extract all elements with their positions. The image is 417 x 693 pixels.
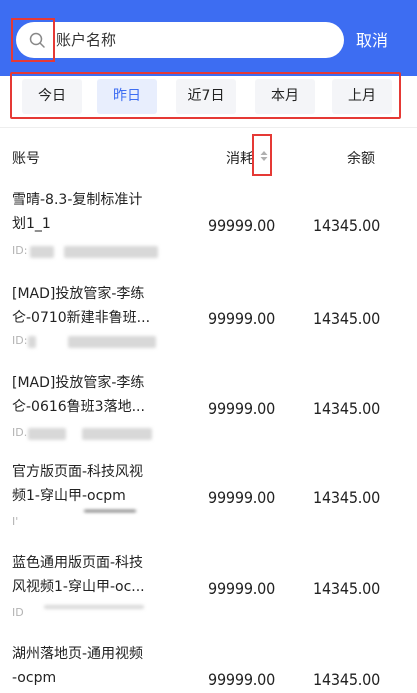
filter-yesterday[interactable]: 昨日 xyxy=(97,79,157,114)
redacted-id xyxy=(30,246,54,258)
cost-value: 99999.00 xyxy=(208,309,276,328)
account-name: 蓝色通用版页面-科技 风视频1-穿山甲-oc... xyxy=(12,551,184,599)
sort-highlight-box xyxy=(252,134,272,176)
account-name-line1: 雪晴-8.3-复制标准计 xyxy=(12,192,143,208)
date-filter-bar: 今日 昨日 近7日 本月 上月 xyxy=(10,72,401,119)
search-highlight-box xyxy=(11,18,55,62)
account-name-line1: [MAD]投放管家-李练 xyxy=(12,286,145,302)
account-name-line2: 风视频1-穿山甲-oc... xyxy=(12,579,145,595)
filter-this-month[interactable]: 本月 xyxy=(255,79,315,114)
search-box[interactable] xyxy=(16,22,344,58)
account-id: I' xyxy=(12,515,19,528)
account-name: 官方版页面-科技风视 频1-穿山甲-ocpm xyxy=(12,460,184,508)
balance-value: 14345.00 xyxy=(313,488,381,507)
balance-value: 14345.00 xyxy=(313,309,381,328)
account-name-line1: 官方版页面-科技风视 xyxy=(12,464,144,480)
redacted-id xyxy=(84,510,136,512)
account-name: 雪晴-8.3-复制标准计 划1_1 xyxy=(12,188,184,236)
header-bar: 取消 xyxy=(0,0,417,76)
search-input[interactable] xyxy=(56,22,336,58)
cost-value: 99999.00 xyxy=(208,399,276,418)
balance-value: 14345.00 xyxy=(313,579,381,598)
account-name-line1: 蓝色通用版页面-科技 xyxy=(12,555,144,571)
redacted-id xyxy=(82,428,152,440)
cost-value: 99999.00 xyxy=(208,579,276,598)
account-id: ID. xyxy=(12,426,28,439)
account-name-line2: -ocpm xyxy=(12,670,57,686)
redacted-id xyxy=(28,428,66,440)
account-name: 湖州落地页-通用视频 -ocpm xyxy=(12,642,184,690)
cost-value: 99999.00 xyxy=(208,670,276,689)
column-header-account: 账号 xyxy=(12,151,40,167)
redacted-id xyxy=(68,336,156,348)
cost-value: 99999.00 xyxy=(208,488,276,507)
account-name-line1: [MAD]投放管家-李练 xyxy=(12,375,145,391)
account-name-line2: 仑-0616鲁班3落地... xyxy=(12,399,145,415)
filter-today[interactable]: 今日 xyxy=(22,79,82,114)
balance-value: 14345.00 xyxy=(313,399,381,418)
balance-value: 14345.00 xyxy=(313,670,381,689)
cancel-button[interactable]: 取消 xyxy=(356,27,388,51)
account-name-line2: 仑-0710新建非鲁班... xyxy=(12,310,151,326)
account-name-line1: 湖州落地页-通用视频 xyxy=(12,646,144,662)
redacted-id xyxy=(64,246,158,258)
account-name-line2: 划1_1 xyxy=(12,216,51,232)
redacted-id xyxy=(28,336,36,348)
account-name: [MAD]投放管家-李练 仑-0616鲁班3落地... xyxy=(12,371,184,419)
account-id: ID: xyxy=(12,334,28,347)
balance-value: 14345.00 xyxy=(313,216,381,235)
account-name: [MAD]投放管家-李练 仑-0710新建非鲁班... xyxy=(12,282,184,330)
filter-last-7-days[interactable]: 近7日 xyxy=(176,79,236,114)
account-id: ID: xyxy=(12,244,28,257)
account-name-line2: 频1-穿山甲-ocpm xyxy=(12,488,126,504)
account-id: ID xyxy=(12,606,24,619)
divider xyxy=(0,127,417,128)
filter-last-month[interactable]: 上月 xyxy=(332,79,392,114)
cost-value: 99999.00 xyxy=(208,216,276,235)
column-header-cost[interactable]: 消耗 xyxy=(226,148,254,168)
column-header-balance: 余额 xyxy=(347,151,375,167)
redacted-id xyxy=(44,605,144,609)
